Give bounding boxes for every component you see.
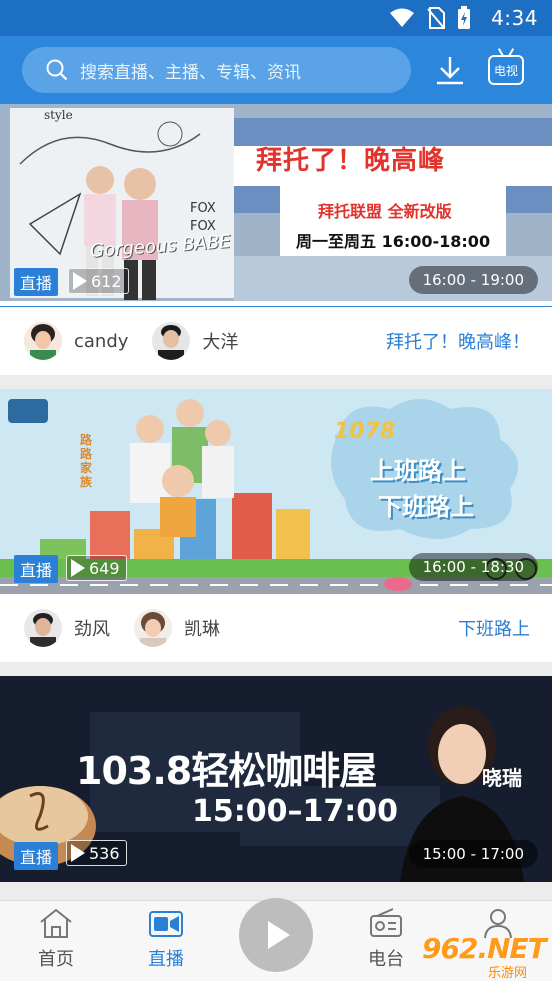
banner-title: 拜托了！晚高峰 — [256, 146, 446, 176]
host-name: 凯琳 — [184, 619, 220, 640]
program-link[interactable]: 下班路上 — [458, 615, 530, 641]
play-count-value: 649 — [89, 558, 120, 578]
host-name: candy — [74, 330, 129, 352]
avatar — [134, 609, 172, 647]
nav-label: 首页 — [38, 949, 74, 970]
video-icon — [149, 911, 183, 937]
status-bar: 4:34 — [0, 0, 552, 36]
watermark: 962.NET 乐游网 — [418, 932, 548, 981]
play-count-value: 612 — [91, 271, 122, 291]
home-icon — [40, 908, 72, 938]
play-count-value: 536 — [89, 843, 120, 863]
live-badge: 直播 — [14, 268, 59, 296]
avatar — [152, 322, 191, 360]
host-item[interactable]: 凯琳 — [134, 609, 220, 647]
download-button[interactable] — [430, 50, 470, 90]
banner-title-1: 上班路上 — [370, 457, 466, 485]
host-name: 大洋 — [202, 332, 239, 353]
time-range: 16:00 - 18:30 — [408, 553, 538, 581]
nav-item-home[interactable]: 首页 — [16, 907, 96, 971]
avatar — [24, 609, 62, 647]
search-box[interactable]: 搜索直播、主播、专辑、资讯 — [22, 47, 411, 93]
live-card[interactable]: style FOX FOX Gorgeous BABE 拜托了！晚高峰 拜托联盟… — [0, 104, 552, 375]
time-range: 15:00 - 17:00 — [408, 840, 538, 868]
host-item[interactable]: candy — [24, 322, 128, 360]
nav-item-live[interactable]: 直播 — [126, 907, 206, 971]
watermark-sub: 乐游网 — [488, 966, 528, 981]
host-row: 劲风 凯琳 下班路上 — [0, 594, 552, 662]
tv-icon: 电视 — [488, 55, 524, 85]
watermark-main: 962.NET — [422, 932, 547, 965]
banner-title-2: 下班路上 — [378, 493, 474, 521]
play-count: 649 — [66, 555, 127, 581]
host-item[interactable]: 大洋 — [152, 322, 238, 360]
program-banner[interactable]: style FOX FOX Gorgeous BABE 拜托了！晚高峰 拜托联盟… — [0, 104, 552, 301]
search-placeholder: 搜索直播、主播、专辑、资讯 — [80, 62, 301, 83]
search-icon — [46, 59, 68, 81]
program-banner[interactable]: 103.8轻松咖啡屋 15:00–17:00 晓瑞 直播 536 15:00 -… — [0, 676, 552, 882]
banner-host-tag: 晓瑞 — [482, 766, 522, 790]
no-sim-icon — [427, 7, 446, 29]
banner-freq: 1078 — [334, 419, 396, 444]
nav-label: 电台 — [368, 949, 404, 970]
battery-charging-icon — [458, 6, 471, 29]
app-header: 搜索直播、主播、专辑、资讯 电视 — [0, 36, 552, 104]
live-badge: 直播 — [14, 555, 59, 583]
play-icon — [71, 559, 85, 577]
play-icon — [268, 921, 290, 949]
play-count: 612 — [68, 268, 129, 294]
nav-item-radio[interactable]: 电台 — [346, 907, 426, 971]
program-link[interactable]: 拜托了！晚高峰！ — [386, 328, 530, 354]
nav-label: 直播 — [148, 949, 184, 970]
play-icon — [71, 844, 85, 862]
play-count: 536 — [66, 840, 127, 866]
program-banner[interactable]: 1078 上班路上 下班路上 路路家族 直播 649 16:00 - 18:30 — [0, 389, 552, 594]
banner-decor-style: style — [44, 108, 73, 122]
live-card[interactable]: 103.8轻松咖啡屋 15:00–17:00 晓瑞 直播 536 15:00 -… — [0, 676, 552, 882]
play-icon — [73, 272, 87, 290]
banner-title: 103.8轻松咖啡屋 — [76, 749, 377, 793]
banner-schedule: 周一至周五 16:00-18:00 — [296, 232, 491, 251]
host-item[interactable]: 劲风 — [24, 609, 110, 647]
download-icon — [437, 57, 463, 85]
host-name: 劲风 — [74, 619, 110, 640]
live-card[interactable]: 1078 上班路上 下班路上 路路家族 直播 649 16:00 - 18:30… — [0, 389, 552, 662]
center-play-button[interactable] — [239, 898, 313, 972]
wifi-icon — [390, 8, 415, 27]
radio-icon — [370, 908, 402, 937]
status-time: 4:34 — [491, 6, 538, 30]
banner-side-text: 路路家族 — [80, 433, 93, 489]
tv-button[interactable]: 电视 — [486, 50, 526, 90]
status-icons: 4:34 — [389, 6, 538, 30]
banner-schedule: 15:00–17:00 — [192, 794, 398, 829]
live-badge: 直播 — [14, 842, 59, 870]
banner-subtitle: 拜托联盟 全新改版 — [318, 202, 452, 221]
host-row: candy 大洋 拜托了！晚高峰！ — [0, 307, 552, 375]
avatar — [24, 322, 62, 360]
time-range: 16:00 - 19:00 — [408, 266, 538, 294]
tv-label: 电视 — [493, 63, 518, 78]
